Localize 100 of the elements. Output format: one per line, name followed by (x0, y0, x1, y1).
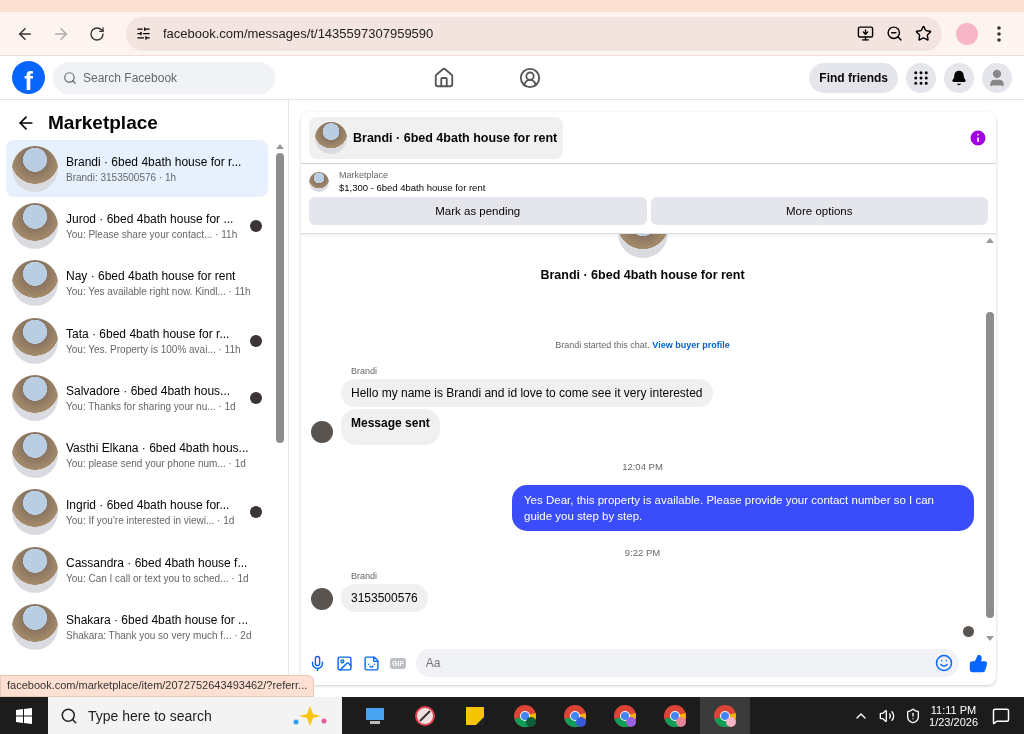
conversation-title: Tata · 6bed 4bath house for r... (66, 326, 230, 341)
logo: f (12, 61, 45, 94)
browser-icon[interactable] (563, 703, 587, 728)
chat-title-button[interactable]: Brandi · 6bed 4bath house for rent (309, 116, 564, 159)
clock-time: 11:11 PM (930, 703, 977, 716)
search-placeholder: Search Facebook (83, 70, 178, 85)
conversation-title: Ingrid · 6bed 4bath house for... (66, 498, 230, 513)
sender-name: Brandi (351, 366, 378, 376)
listing-photo (12, 489, 58, 536)
zoom-icon[interactable] (886, 25, 903, 42)
message-bubble: Hello my name is Brandi and id love to come see it very interested (341, 379, 713, 407)
install-icon[interactable] (857, 25, 874, 42)
bookmark-icon[interactable] (915, 25, 932, 42)
listing-source: Marketplace (339, 170, 390, 180)
search-field[interactable]: Search Facebook (53, 61, 275, 94)
conversation-preview: You: Can I call or text you to sched... · 1d (66, 572, 249, 584)
account-button[interactable] (982, 62, 1012, 93)
conversation-item[interactable]: Salvadore · 6bed 4bath hous... You: Thanks for sharing your nu... · 1d (6, 369, 268, 427)
listing-photo (309, 171, 329, 192)
listing-photo (12, 202, 58, 249)
conversation-preview: You: Yes available right now. Kindl... · 11h (66, 286, 251, 298)
conversation-preview: You: Thanks for sharing your nu... · 1d (66, 400, 236, 412)
url-text: facebook.com/messages/t/1435597307959590 (163, 26, 435, 41)
sticker-icon[interactable] (363, 654, 380, 672)
conversation-item[interactable]: Jurod · 6bed 4bath house for ... You: Please share your contact... · 11h (6, 197, 268, 255)
search-icon (63, 70, 77, 85)
user-icon (987, 67, 1007, 88)
listing-photo (12, 317, 58, 364)
scroll-up-icon[interactable] (276, 144, 284, 149)
conversation-title: Cassandra · 6bed 4bath house f... (66, 555, 248, 570)
conversation-title: Shakara · 6bed 4bath house for ... (66, 613, 249, 627)
avatar (311, 588, 333, 611)
message-input[interactable]: Aa (415, 649, 959, 677)
conversation-item[interactable]: Shakara · 6bed 4bath house for ... Shakara: Thank you so very much f... · 2d (6, 598, 268, 656)
listing-photo (12, 604, 58, 650)
conversation-item[interactable]: Tata · 6bed 4bath house for r... You: Yes. Property is 100% avai... · 11h (6, 311, 268, 370)
more-icon (997, 25, 1001, 42)
avatar (311, 421, 333, 443)
sender-name: Brandi (351, 571, 378, 582)
listing-photo (12, 145, 58, 192)
menu-grid-button[interactable] (906, 62, 936, 93)
find-friends-button[interactable]: Find friends (809, 62, 898, 93)
home-icon[interactable] (433, 66, 456, 89)
conversation-title: Nay · 6bed 4bath house for rent (66, 269, 236, 284)
message-bubble: 3153500576 (341, 584, 428, 613)
notification-icon[interactable] (992, 706, 1010, 725)
scroll-down-icon[interactable] (986, 636, 994, 641)
scrollbar-thumb[interactable] (986, 311, 994, 618)
mark-pending-button[interactable]: Mark as pending (309, 197, 647, 225)
message-bubble: Message sent (341, 409, 440, 445)
listing-photo (12, 260, 58, 307)
site-info-icon[interactable] (136, 26, 151, 41)
browser-icon[interactable] (713, 703, 737, 728)
emoji-icon[interactable] (935, 654, 953, 672)
address-bar[interactable]: facebook.com/messages/t/1435597307959590 (126, 16, 942, 51)
conversation-preview: You: Yes. Property is 100% avai... · 11h (66, 343, 241, 355)
conversation-preview: You: Please share your contact... · 11h (66, 228, 238, 240)
chat-intro-title: Brandi · 6bed 4bath house for rent (540, 268, 745, 282)
conversation-item[interactable]: Cassandra · 6bed 4bath house f... You: Can I call or text you to sched... · 1d (6, 541, 268, 599)
seen-avatar (963, 626, 974, 638)
conversation-item[interactable]: Brandi · 6bed 4bath house for r... Brandi: 3153500576 · 1h (6, 140, 268, 198)
info-icon[interactable] (968, 127, 988, 148)
conversation-title: Salvadore · 6bed 4bath hous... (66, 383, 231, 398)
shield-icon[interactable] (905, 707, 922, 724)
conversation-preview: You: If you're interested in viewi... · 1d (66, 515, 235, 527)
more-options-button[interactable]: More options (650, 197, 988, 225)
image-icon[interactable] (336, 654, 353, 672)
scrollbar-thumb[interactable] (276, 153, 284, 443)
chat-notice: Brandi started this chat. View buyer profile (554, 340, 731, 350)
conversation-title: Jurod · 6bed 4bath house for ... (66, 211, 234, 226)
listing-title: $1,300 - 6bed 4bath house for rent (339, 182, 486, 193)
conversation-item[interactable]: Ingrid · 6bed 4bath house for... You: If you're interested in viewi... · 1d (6, 483, 268, 542)
scroll-up-icon[interactable] (986, 238, 994, 243)
browser-icon[interactable] (613, 703, 637, 728)
conversation-preview: Shakara: Thank you so very much f... · 2d (66, 630, 252, 641)
sidebar-title: Marketplace (48, 112, 158, 134)
browser-icon[interactable] (513, 703, 537, 728)
groups-icon[interactable] (519, 66, 542, 89)
browser-icon[interactable] (663, 703, 687, 728)
view-buyer-profile-link[interactable]: View buyer profile (652, 340, 730, 350)
windows-logo-icon (16, 707, 32, 724)
conversation-item[interactable]: Nay · 6bed 4bath house for rent You: Yes available right now. Kindl... · 11h (6, 254, 268, 312)
notifications-button[interactable] (944, 62, 974, 93)
listing-photo (12, 432, 58, 479)
taskbar-search-placeholder: Type here to search (88, 707, 213, 724)
taskbar-search-field[interactable]: Type here to search (48, 697, 342, 734)
conversation-item[interactable]: Vasthi Elkana · 6bed 4bath hous... You: please send your phone num... · 1d (6, 426, 268, 484)
conversation-title: Brandi · 6bed 4bath house for r... (66, 154, 242, 169)
like-icon[interactable] (969, 653, 988, 673)
listing-photo (12, 374, 58, 421)
timestamp: 9:22 PM (623, 547, 662, 559)
conversation-title: Vasthi Elkana · 6bed 4bath hous... (66, 441, 249, 456)
status-url: facebook.com/marketplace/item/2072752643493462/?referr... (0, 675, 315, 697)
volume-icon[interactable] (879, 707, 896, 724)
bell-icon (951, 69, 967, 86)
clock-date: 1/23/2026 (929, 715, 978, 728)
conversation-preview: You: please send your phone num... · 1d (66, 458, 246, 470)
listing-photo (315, 121, 347, 154)
conversation-preview: Brandi: 3153500576 · 1h (66, 171, 177, 183)
microphone-icon[interactable] (309, 654, 326, 672)
